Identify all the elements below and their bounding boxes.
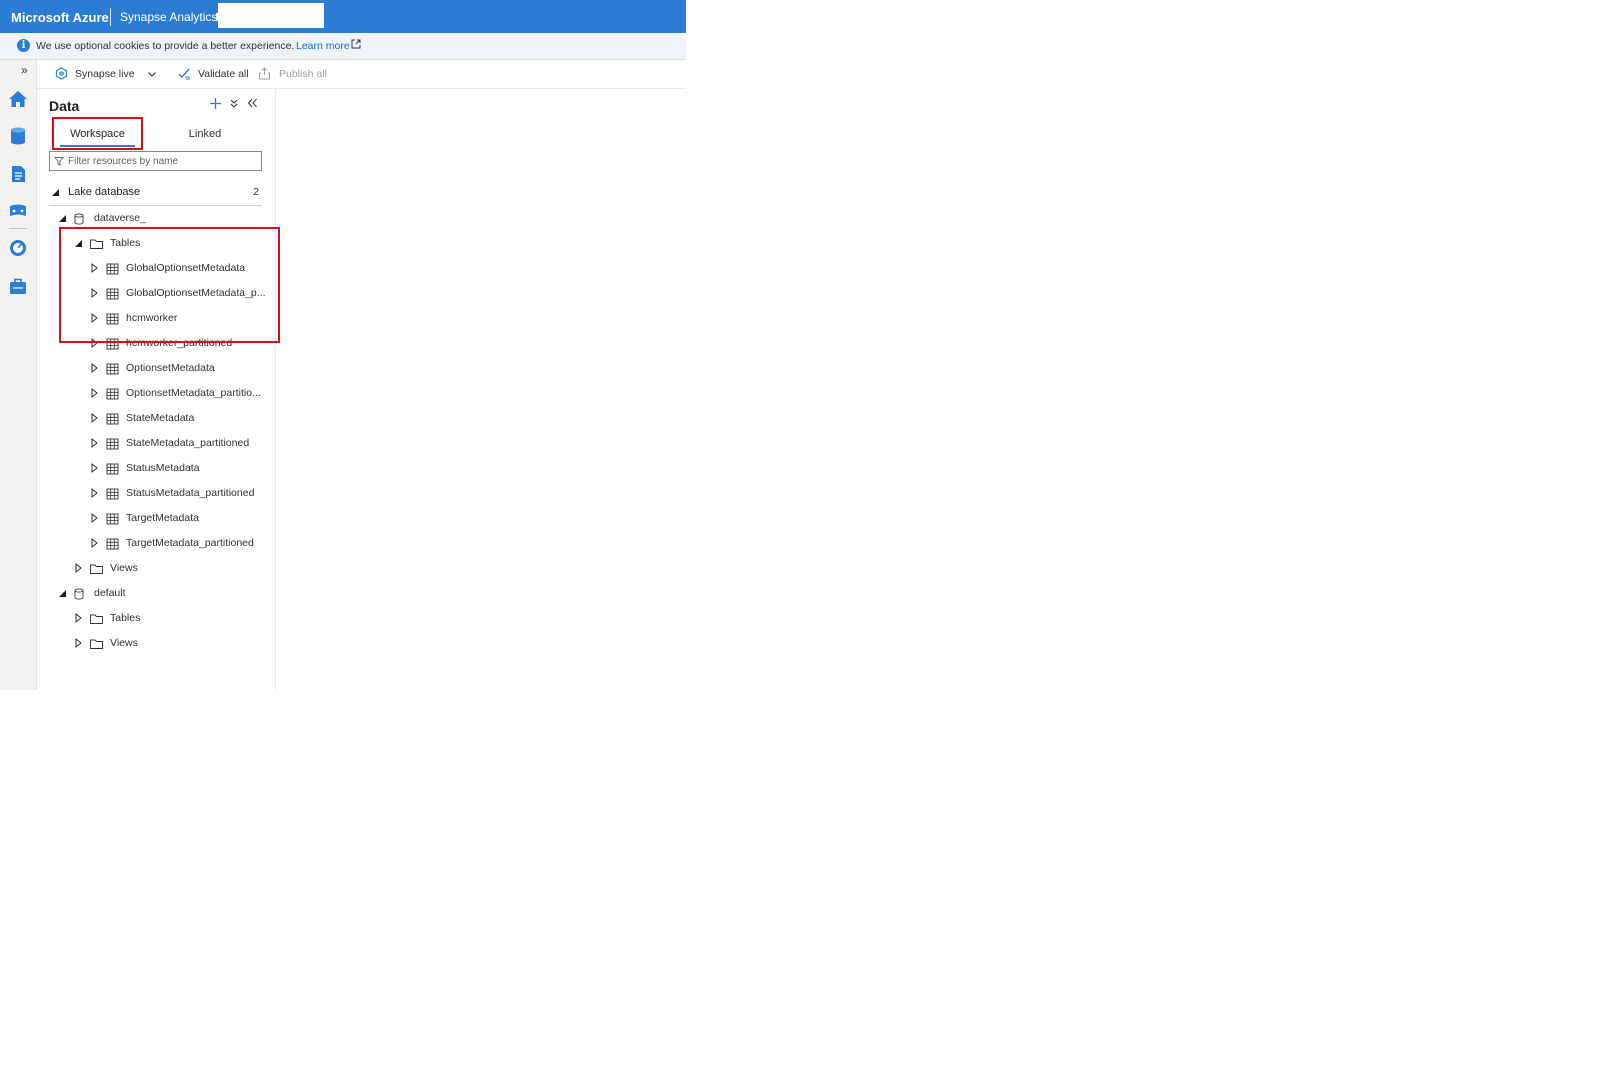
section-label: Lake database (68, 186, 141, 198)
folder-name: Views (110, 637, 138, 649)
tree-table-item[interactable]: StateMetadata (37, 406, 267, 431)
develop-icon[interactable] (8, 164, 28, 184)
cookie-banner: i We use optional cookies to provide a b… (0, 33, 686, 60)
caret-collapsed-icon[interactable] (74, 638, 83, 648)
folder-icon (90, 639, 103, 649)
table-name: OptionsetMetadata_partitio... (126, 387, 261, 399)
caret-collapsed-icon[interactable] (74, 563, 83, 573)
home-icon[interactable] (8, 89, 28, 109)
learn-more-link[interactable]: Learn more (296, 40, 350, 52)
caret-expanded-icon[interactable] (51, 187, 60, 197)
filter-input[interactable] (68, 154, 256, 168)
pane-title: Data (49, 98, 80, 114)
service-name: Synapse Analytics (120, 10, 218, 24)
synapse-live-icon (55, 67, 68, 80)
section-count: 2 (253, 186, 259, 198)
table-icon (106, 488, 119, 500)
folder-name: Tables (110, 612, 141, 624)
table-name: StatusMetadata_partitioned (126, 487, 255, 499)
database-icon (74, 588, 84, 600)
caret-collapsed-icon[interactable] (90, 538, 99, 548)
tree-database-default[interactable]: default (37, 581, 267, 606)
brand-title[interactable]: Microsoft Azure (11, 0, 109, 33)
collapse-pane-icon[interactable] (247, 98, 258, 108)
table-icon (106, 438, 119, 450)
expand-rail-icon[interactable]: » (21, 63, 28, 77)
filter-icon (54, 157, 64, 166)
cookie-message: We use optional cookies to provide a bet… (36, 40, 295, 52)
tree-folder-views[interactable]: Views (37, 556, 267, 581)
external-link-icon (351, 39, 361, 49)
validate-icon (178, 68, 190, 80)
table-name: StatusMetadata (126, 462, 200, 474)
table-name: OptionsetMetadata (126, 362, 215, 374)
workspace-name-redacted (218, 3, 324, 28)
monitor-icon[interactable] (8, 238, 28, 258)
collapse-all-icon[interactable] (229, 98, 239, 109)
section-lake-database[interactable]: Lake database 2 (37, 180, 267, 205)
folder-icon (90, 564, 103, 574)
tree-table-item[interactable]: StatusMetadata_partitioned (37, 481, 267, 506)
tree-table-item[interactable]: StatusMetadata (37, 456, 267, 481)
caret-collapsed-icon[interactable] (90, 513, 99, 523)
tree-table-item[interactable]: OptionsetMetadata_partitio... (37, 381, 267, 406)
caret-collapsed-icon[interactable] (90, 363, 99, 373)
caret-collapsed-icon[interactable] (90, 413, 99, 423)
caret-collapsed-icon[interactable] (90, 463, 99, 473)
caret-collapsed-icon[interactable] (74, 613, 83, 623)
caret-collapsed-icon[interactable] (90, 388, 99, 398)
synapse-studio-window: Microsoft Azure Synapse Analytics i We u… (0, 0, 686, 690)
table-icon (106, 513, 119, 525)
table-icon (106, 363, 119, 375)
add-icon[interactable] (209, 97, 222, 110)
validate-all-button[interactable]: Validate all (198, 60, 249, 88)
publish-all-button[interactable]: Publish all (279, 60, 327, 88)
data-icon[interactable] (8, 126, 28, 146)
annotation-box-workspace-tab (52, 117, 143, 150)
filter-box (49, 151, 262, 171)
table-name: StateMetadata_partitioned (126, 437, 250, 449)
folder-name: Views (110, 562, 138, 574)
tree-table-item[interactable]: TargetMetadata_partitioned (37, 531, 267, 556)
table-name: TargetMetadata (126, 512, 199, 524)
tree-table-item[interactable]: TargetMetadata (37, 506, 267, 531)
info-icon: i (17, 39, 30, 52)
folder-icon (90, 614, 103, 624)
database-name: default (94, 587, 126, 599)
left-navigation-rail: » (0, 60, 37, 690)
table-icon (106, 413, 119, 425)
table-name: TargetMetadata_partitioned (126, 537, 254, 549)
header-divider (110, 8, 111, 26)
table-name: StateMetadata (126, 412, 195, 424)
tab-linked[interactable]: Linked (175, 122, 235, 146)
tree-folder-tables[interactable]: Tables (37, 606, 267, 631)
data-explorer-pane: Data Workspace Linked Lake database (37, 89, 280, 690)
table-icon (106, 538, 119, 550)
annotation-box-tables (59, 227, 280, 343)
table-icon (106, 388, 119, 400)
rail-separator (9, 228, 27, 229)
caret-collapsed-icon[interactable] (90, 438, 99, 448)
caret-collapsed-icon[interactable] (90, 488, 99, 498)
caret-expanded-icon[interactable] (58, 213, 67, 223)
database-name: dataverse_ (94, 212, 146, 224)
database-icon (74, 213, 84, 225)
caret-expanded-icon[interactable] (58, 588, 67, 598)
tree-table-item[interactable]: OptionsetMetadata (37, 356, 267, 381)
publish-icon (259, 67, 270, 80)
top-header-bar: Microsoft Azure Synapse Analytics (0, 0, 686, 33)
chevron-down-icon[interactable] (147, 69, 157, 79)
command-toolbar: Synapse live Validate all Publish all (37, 60, 686, 89)
branch-selector[interactable]: Synapse live (75, 60, 135, 88)
integrate-icon[interactable] (8, 201, 28, 221)
manage-icon[interactable] (8, 276, 28, 296)
tree-folder-views[interactable]: Views (37, 631, 267, 656)
tree-table-item[interactable]: StateMetadata_partitioned (37, 431, 267, 456)
table-icon (106, 463, 119, 475)
